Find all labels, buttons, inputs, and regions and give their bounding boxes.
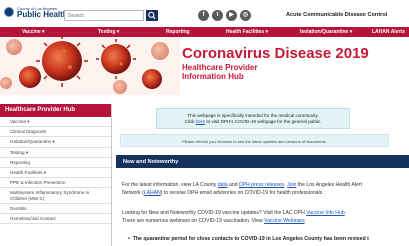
search-button[interactable] bbox=[146, 10, 158, 21]
page-title: Coronavirus Disease 2019 bbox=[182, 45, 369, 62]
lahan-link[interactable]: LAHAN bbox=[144, 190, 161, 196]
logo-text: Public Health bbox=[17, 10, 68, 19]
para-text: . bbox=[344, 210, 347, 216]
sidebar-item-homeless[interactable]: Homeless/Jail Contact bbox=[0, 214, 111, 225]
nav-health-facilities[interactable]: Health Facilities ▾ bbox=[226, 29, 268, 35]
nav-testing[interactable]: Testing ▾ bbox=[98, 29, 119, 35]
notice-text: Click bbox=[184, 119, 196, 124]
section-header: New and Noteworthy bbox=[116, 155, 409, 168]
para-text: Network ( bbox=[122, 190, 144, 196]
general-public-link[interactable]: here bbox=[196, 119, 205, 124]
logo[interactable]: County of Los Angeles Public Health bbox=[4, 6, 68, 22]
para-text: Looking for New and Noteworthy COVID-19 … bbox=[122, 210, 307, 216]
hero-banner: Coronavirus Disease 2019 Healthcare Prov… bbox=[0, 37, 409, 95]
refresh-info-bar: Please refresh your browser to see the l… bbox=[120, 134, 389, 147]
para-text: For the latest information, view LA Coun… bbox=[122, 182, 218, 188]
sidebar-item-ppe[interactable]: PPE & Infection Prevention bbox=[0, 178, 111, 189]
sidebar-item-health-facilities[interactable]: Health Facilities ▾ bbox=[0, 168, 111, 179]
main-nav: Vaccine ▾ Testing ▾ Reporting Health Fac… bbox=[0, 27, 409, 37]
para-text: ) to receive DPH email advisories on COV… bbox=[160, 190, 324, 196]
nav-isolation-quarantine[interactable]: Isolation/Quarantine ▾ bbox=[300, 29, 352, 35]
facebook-icon[interactable]: f bbox=[198, 10, 209, 21]
para-text: the Los Angeles Health Alert bbox=[296, 182, 362, 188]
sidebar-item-isolation-quarantine[interactable]: Isolation/Quarantine ▾ bbox=[0, 137, 111, 148]
top-bar: County of Los Angeles Public Health f t … bbox=[0, 0, 409, 27]
sidebar-item-vaccine[interactable]: Vaccine ▾ bbox=[0, 117, 111, 128]
para-vaccine-line2: There are numerous webinars on COVID-19 … bbox=[122, 217, 305, 225]
vaccine-webinars-link[interactable]: Vaccine Webinars bbox=[264, 218, 305, 224]
sidebar: Healthcare Provider Hub Vaccine ▾ Clinic… bbox=[0, 104, 112, 246]
site-name[interactable]: Acute Communicable Disease Control bbox=[286, 12, 387, 18]
para-latest-info-line2: Network (LAHAN) to receive DPH email adv… bbox=[122, 189, 324, 197]
page-subtitle: Healthcare Provider Information Hub bbox=[182, 63, 258, 81]
quarantine-bullet: • The quarantine period for close contac… bbox=[128, 236, 369, 242]
nav-lahan-alerts[interactable]: LAHAN Alerts bbox=[372, 29, 405, 35]
medical-community-notice: This webpage is specifically intended fo… bbox=[156, 108, 350, 129]
nav-reporting[interactable]: Reporting bbox=[166, 29, 190, 35]
instagram-icon[interactable]: ◎ bbox=[240, 10, 251, 21]
quarantine-bullet-text: The quarantine period for close contacts… bbox=[132, 236, 369, 242]
seal-icon bbox=[4, 7, 14, 17]
para-latest-info-line1: For the latest information, view LA Coun… bbox=[122, 181, 362, 189]
virus-illustration bbox=[0, 37, 180, 95]
press-releases-link[interactable]: DPH press releases bbox=[239, 182, 284, 188]
vaccine-info-hub-link[interactable]: Vaccine Info Hub bbox=[306, 210, 344, 216]
twitter-icon[interactable]: t bbox=[212, 10, 223, 21]
para-text: and bbox=[227, 182, 239, 188]
sidebar-title[interactable]: Healthcare Provider Hub bbox=[0, 104, 111, 117]
page-subtitle-line1: Healthcare Provider bbox=[182, 63, 258, 72]
sidebar-item-testing[interactable]: Testing ▾ bbox=[0, 148, 111, 158]
para-vaccine-line1: Looking for New and Noteworthy COVID-19 … bbox=[122, 209, 346, 217]
sidebar-item-dentists[interactable]: Dentists bbox=[0, 204, 111, 215]
sidebar-item-mis-c[interactable]: Multisystem Inflammatory Syndrome in Chi… bbox=[0, 188, 111, 204]
data-link[interactable]: data bbox=[218, 182, 228, 188]
nav-vaccine[interactable]: Vaccine ▾ bbox=[22, 29, 45, 35]
para-text: There are numerous webinars on COVID-19 … bbox=[122, 218, 265, 224]
sidebar-item-clinical-diagnosis[interactable]: Clinical Diagnosis bbox=[0, 127, 111, 138]
youtube-icon[interactable]: ▶ bbox=[226, 10, 237, 21]
sidebar-item-reporting[interactable]: Reporting bbox=[0, 158, 111, 169]
search-icon bbox=[148, 11, 156, 20]
notice-line2: Click here to visit DPH's COVID-19 webpa… bbox=[157, 119, 349, 125]
page-subtitle-line2: Information Hub bbox=[182, 72, 244, 81]
notice-text: to visit DPH's COVID-19 webpage for the … bbox=[205, 119, 322, 124]
search-input[interactable] bbox=[64, 10, 144, 21]
